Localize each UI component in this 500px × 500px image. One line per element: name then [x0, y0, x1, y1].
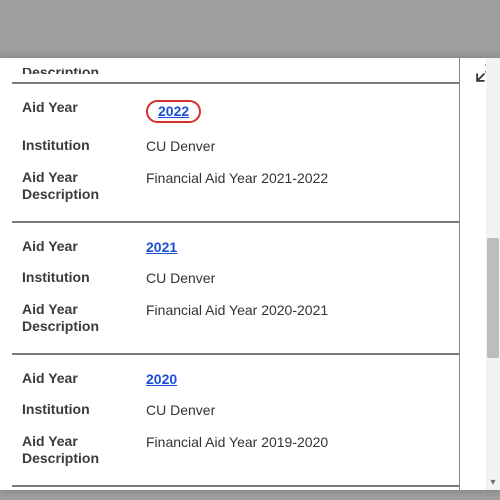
aid-year-panel: Description Aid Year 2022 Institution CU…	[0, 58, 500, 490]
scrollbar-thumb[interactable]	[487, 238, 499, 358]
aid-year-link[interactable]: 2020	[146, 371, 177, 387]
aid-year-record: Aid Year 2022 Institution CU Denver Aid …	[12, 84, 459, 223]
row-description: Aid Year Description Financial Aid Year …	[22, 294, 449, 343]
row-institution: Institution CU Denver	[22, 262, 449, 294]
value-aid-year: 2022	[146, 99, 449, 123]
row-institution: Institution CU Denver	[22, 130, 449, 162]
label-aid-year: Aid Year	[22, 99, 146, 117]
label-description-partial: Description	[22, 68, 99, 74]
panel-content: Description Aid Year 2022 Institution CU…	[12, 58, 460, 490]
value-description: Financial Aid Year 2019-2020	[146, 433, 449, 450]
label-institution: Institution	[22, 137, 146, 155]
record-partial-top: Description	[12, 58, 459, 84]
value-institution: CU Denver	[146, 401, 449, 418]
value-description: Financial Aid Year 2021-2022	[146, 169, 449, 186]
value-aid-year: 2021	[146, 238, 449, 255]
scrollbar-down-icon[interactable]: ▾	[487, 476, 499, 490]
value-institution: CU Denver	[146, 269, 449, 286]
row-description: Aid Year Description Financial Aid Year …	[22, 426, 449, 475]
row-description: Aid Year Description Financial Aid Year …	[22, 162, 449, 211]
highlight-circle: 2022	[146, 100, 201, 123]
aid-year-link[interactable]: 2021	[146, 239, 177, 255]
row-aid-year: Aid Year 2021	[22, 231, 449, 263]
row-institution: Institution CU Denver	[22, 394, 449, 426]
scrollbar-track[interactable]: ▾	[486, 58, 500, 490]
row-aid-year: Aid Year 2020	[22, 363, 449, 395]
row-aid-year: Aid Year 2022	[22, 92, 449, 130]
aid-year-record: Aid Year 2020 Institution CU Denver Aid …	[12, 355, 459, 487]
value-institution: CU Denver	[146, 137, 449, 154]
label-description: Aid Year Description	[22, 301, 146, 336]
label-aid-year: Aid Year	[22, 370, 146, 388]
aid-year-record: Aid Year 2021 Institution CU Denver Aid …	[12, 223, 459, 355]
label-description: Aid Year Description	[22, 169, 146, 204]
aid-year-link[interactable]: 2022	[158, 103, 189, 119]
value-description: Financial Aid Year 2020-2021	[146, 301, 449, 318]
label-description: Aid Year Description	[22, 433, 146, 468]
label-institution: Institution	[22, 401, 146, 419]
value-aid-year: 2020	[146, 370, 449, 387]
label-institution: Institution	[22, 269, 146, 287]
label-aid-year: Aid Year	[22, 238, 146, 256]
